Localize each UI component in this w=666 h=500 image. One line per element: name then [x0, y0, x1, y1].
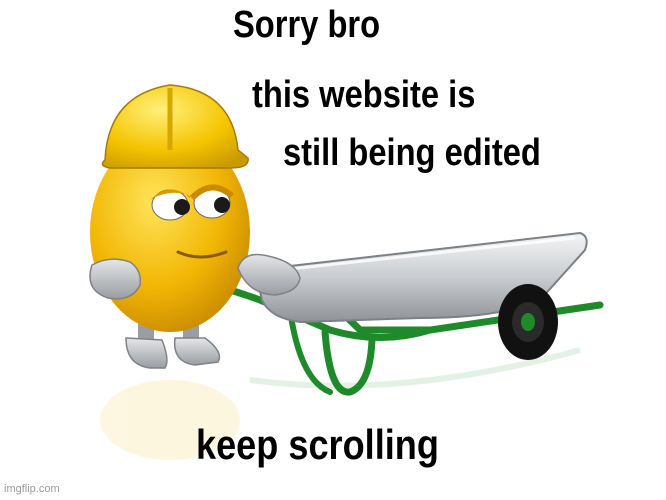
- wheelbarrow-wheel: [498, 284, 558, 360]
- imgflip-watermark: imgflip.com: [4, 483, 60, 495]
- caption-top-line-1: Sorry bro: [233, 4, 381, 46]
- caption-top-line-3: still being edited: [283, 132, 541, 174]
- caption-bottom-line: keep scrolling: [196, 421, 439, 468]
- yellow-emoji-character: [89, 84, 301, 369]
- meme-image: Sorry bro this website is still being ed…: [0, 0, 666, 500]
- caption-top-line-2: this website is: [252, 74, 476, 116]
